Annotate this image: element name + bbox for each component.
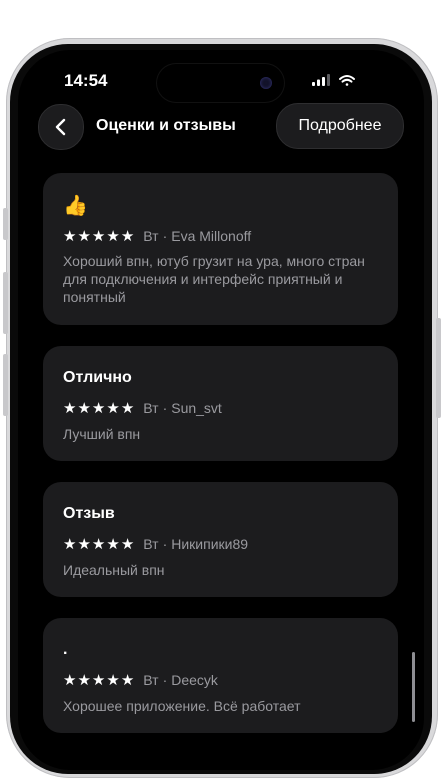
- cellular-signal-icon: [312, 74, 330, 86]
- chevron-left-icon: [55, 118, 66, 136]
- star-icon: ★: [91, 671, 106, 689]
- star-icon: ★: [77, 535, 91, 553]
- review-meta: ★ ★ ★ ★ ★ Вт · Sun_svt: [63, 400, 222, 416]
- review-card[interactable]: 👍 ★ ★ ★ ★ ★ Вт · Eva Millonoff Хороший в…: [43, 173, 398, 325]
- review-date: Вт: [143, 672, 159, 688]
- review-meta: ★ ★ ★ ★ ★ Вт · Никипики89: [63, 536, 248, 552]
- star-icon: ★: [91, 399, 106, 417]
- review-date: Вт: [143, 400, 159, 416]
- star-icon: ★: [77, 399, 91, 417]
- review-meta: ★ ★ ★ ★ ★ Вт · Eva Millonoff: [63, 228, 251, 244]
- star-rating: ★ ★ ★ ★ ★: [63, 401, 134, 416]
- review-meta: ★ ★ ★ ★ ★ Вт · Deecyk: [63, 672, 218, 688]
- review-body: Идеальный впн: [63, 562, 165, 578]
- wifi-icon: [339, 75, 355, 86]
- review-author: Deecyk: [171, 672, 218, 688]
- star-icon: ★: [63, 535, 77, 553]
- star-icon: ★: [120, 227, 135, 245]
- star-icon: ★: [91, 227, 106, 245]
- front-camera-icon: [260, 77, 272, 89]
- review-card[interactable]: Отлично ★ ★ ★ ★ ★ Вт · Sun_svt Лучший вп…: [43, 346, 398, 461]
- scrollbar[interactable]: [412, 652, 415, 722]
- review-card[interactable]: Отзыв ★ ★ ★ ★ ★ Вт · Никипики89 Идеальны…: [43, 482, 398, 597]
- action-button: [3, 208, 8, 240]
- power-button: [436, 318, 441, 418]
- status-time: 14:54: [64, 71, 108, 90]
- star-icon: ★: [106, 671, 120, 689]
- review-title: 👍: [63, 195, 88, 217]
- star-icon: ★: [63, 671, 77, 689]
- review-title: Отлично: [63, 369, 132, 386]
- star-icon: ★: [120, 399, 135, 417]
- dynamic-island: [157, 64, 284, 102]
- star-icon: ★: [77, 227, 91, 245]
- meta-separator: ·: [162, 228, 168, 244]
- meta-separator: ·: [162, 672, 168, 688]
- star-icon: ★: [63, 227, 77, 245]
- star-rating: ★ ★ ★ ★ ★: [63, 537, 134, 552]
- review-title: .: [63, 641, 68, 658]
- volume-down-button: [3, 354, 8, 416]
- star-icon: ★: [120, 535, 135, 553]
- review-author: Sun_svt: [171, 400, 222, 416]
- star-icon: ★: [106, 227, 120, 245]
- review-body: Хорошее приложение. Всё работает: [63, 698, 301, 714]
- meta-separator: ·: [162, 536, 168, 552]
- star-icon: ★: [91, 535, 106, 553]
- review-author: Никипики89: [171, 536, 249, 552]
- review-date: Вт: [143, 536, 159, 552]
- review-body: Хороший впн, ютуб грузит на ура, много с…: [63, 253, 365, 305]
- star-rating: ★ ★ ★ ★ ★: [63, 229, 134, 244]
- meta-separator: ·: [162, 400, 168, 416]
- star-icon: ★: [106, 399, 120, 417]
- review-card[interactable]: . ★ ★ ★ ★ ★ Вт · Deecyk Хорошее приложен…: [43, 618, 398, 733]
- star-icon: ★: [106, 535, 120, 553]
- review-body: Лучший впн: [63, 426, 141, 442]
- star-icon: ★: [77, 671, 91, 689]
- review-date: Вт: [143, 228, 159, 244]
- star-icon: ★: [120, 671, 135, 689]
- volume-up-button: [3, 272, 8, 334]
- star-icon: ★: [63, 399, 77, 417]
- status-icons: [312, 73, 362, 92]
- back-button[interactable]: [38, 104, 84, 150]
- star-rating: ★ ★ ★ ★ ★: [63, 673, 134, 688]
- page-title: Оценки и отзывы: [96, 117, 236, 134]
- review-title: Отзыв: [63, 505, 115, 522]
- review-author: Eva Millonoff: [171, 228, 252, 244]
- more-button[interactable]: Подробнее: [276, 103, 404, 149]
